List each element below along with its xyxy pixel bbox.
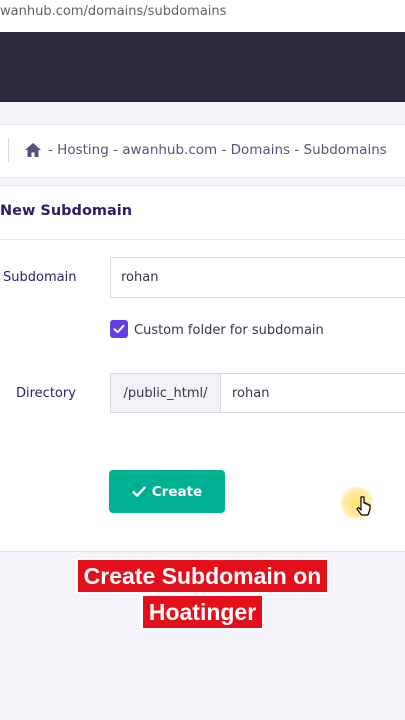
custom-folder-checkbox[interactable] [110,320,128,338]
checkmark-icon [113,324,125,334]
card-title: New Subdomain [0,203,133,219]
create-button[interactable]: Create [109,470,225,513]
caption-line-2: Hoatinger [140,594,265,630]
mouse-cursor [338,484,378,524]
subdomain-input[interactable]: rohan [110,257,405,298]
pointer-icon [356,496,371,516]
home-icon[interactable] [24,142,42,158]
url-text: wanhub.com/domains/subdomains [0,4,227,19]
breadcrumb-path[interactable]: - Hosting - awanhub.com - Domains - Subd… [48,142,387,158]
directory-prefix: /public_html/ [110,373,221,413]
caption-line-1: Create Subdomain on [75,558,330,594]
directory-prefix-text: /public_html/ [123,385,208,401]
video-caption: Create Subdomain on Hoatinger [0,558,405,630]
create-button-label: Create [151,483,203,500]
custom-folder-label[interactable]: Custom folder for subdomain [134,323,324,338]
top-navigation-bar [0,32,405,102]
subdomain-input-value: rohan [121,270,159,285]
subdomain-label: Subdomain [3,270,77,285]
divider [8,138,9,162]
divider [0,239,405,240]
checkmark-icon [132,486,146,497]
directory-label: Directory [16,386,76,401]
breadcrumb: - Hosting - awanhub.com - Domains - Subd… [24,142,387,158]
browser-address-bar[interactable]: wanhub.com/domains/subdomains [0,0,405,33]
directory-input-value: rohan [232,385,270,401]
directory-input[interactable]: rohan [220,373,405,413]
